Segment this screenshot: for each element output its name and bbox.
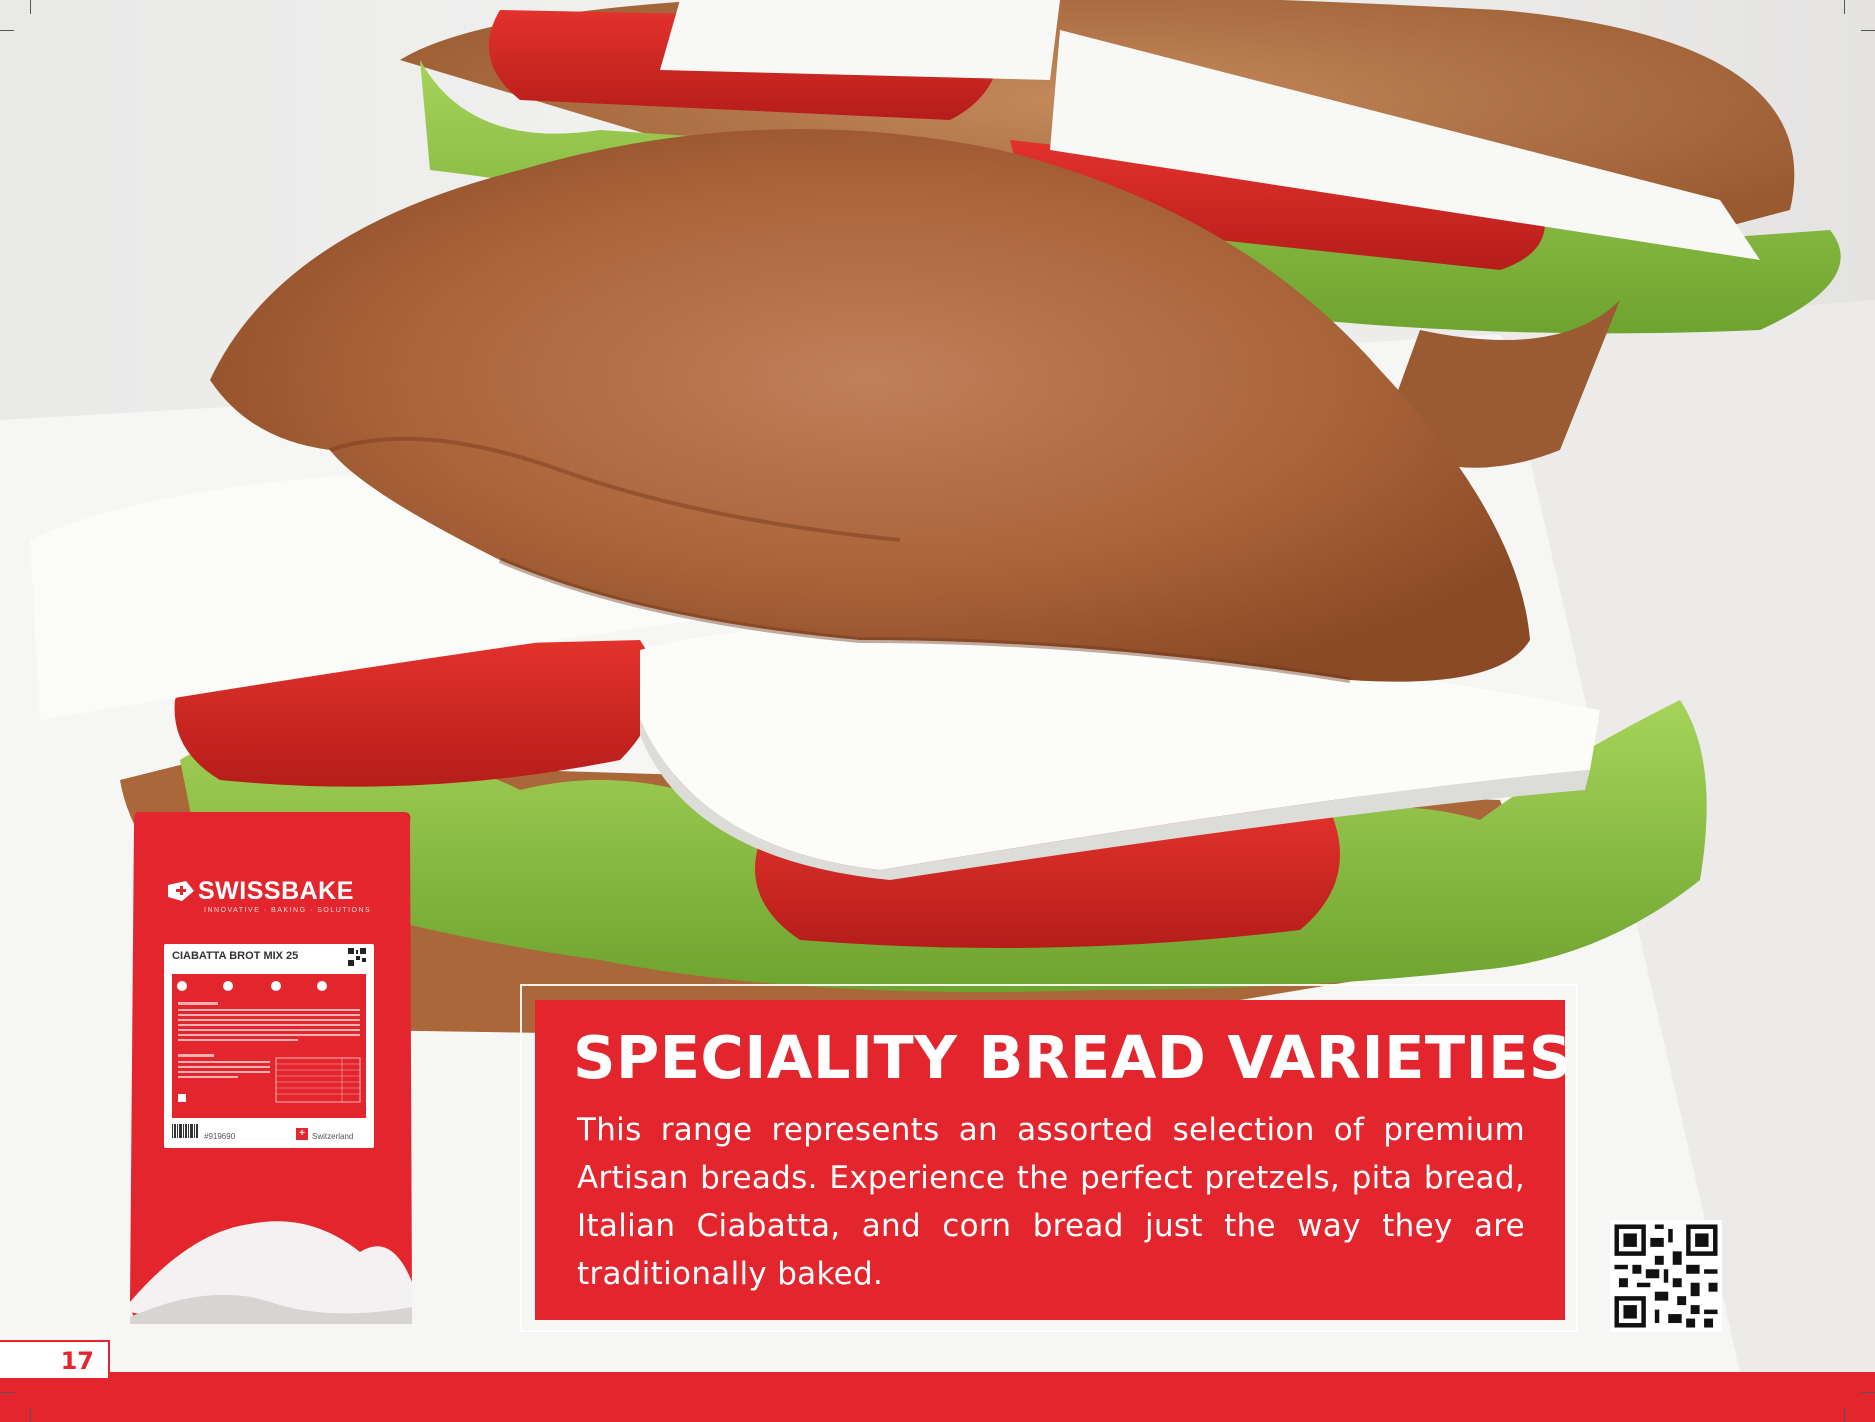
crop-mark xyxy=(30,1408,31,1422)
crop-mark xyxy=(0,30,14,31)
feature-body: This range represents an assorted select… xyxy=(577,1112,1525,1292)
footer-bar xyxy=(0,1372,1875,1422)
catalog-page: SWISSBAKE INNOVATIVE · BAKING · SOLUTION… xyxy=(0,0,1875,1422)
swiss-flag-icon: + xyxy=(296,1128,308,1140)
bag-brand-logo: SWISSBAKE xyxy=(168,877,354,906)
bag-origin: Switzerland xyxy=(312,1132,354,1141)
bag-info-lines xyxy=(177,981,361,1103)
bag-product-name: CIABATTA BROT MIX 25 xyxy=(172,950,299,962)
page-number: 17 xyxy=(60,1347,94,1375)
bag-product-code: #919690 xyxy=(204,1132,236,1141)
crop-mark xyxy=(0,1392,14,1393)
barcode-icon xyxy=(172,1124,198,1138)
product-bag: SWISSBAKE INNOVATIVE · BAKING · SOLUTION… xyxy=(130,812,412,1328)
bag-tagline: INNOVATIVE · BAKING · SOLUTIONS xyxy=(204,907,372,914)
bag-label: CIABATTA BROT MIX 25 #919690 + Switzerla… xyxy=(164,944,374,1148)
page-number-box: 17 xyxy=(0,1340,110,1380)
bag-qr-icon xyxy=(348,948,366,966)
bag-info-panel xyxy=(172,974,366,1118)
crop-mark xyxy=(1861,30,1875,31)
crop-mark xyxy=(30,0,31,14)
bag-brand-name: SWISSBAKE xyxy=(198,877,354,905)
crop-mark xyxy=(1861,1392,1875,1393)
qr-code-icon[interactable] xyxy=(1610,1220,1722,1332)
swissbake-logo-icon xyxy=(168,881,194,901)
feature-panel: SPECIALITY BREAD VARIETIES This range re… xyxy=(535,1000,1572,1320)
crop-mark xyxy=(1844,0,1845,14)
feature-headline: SPECIALITY BREAD VARIETIES xyxy=(573,1023,1572,1092)
crop-mark xyxy=(1844,1408,1845,1422)
